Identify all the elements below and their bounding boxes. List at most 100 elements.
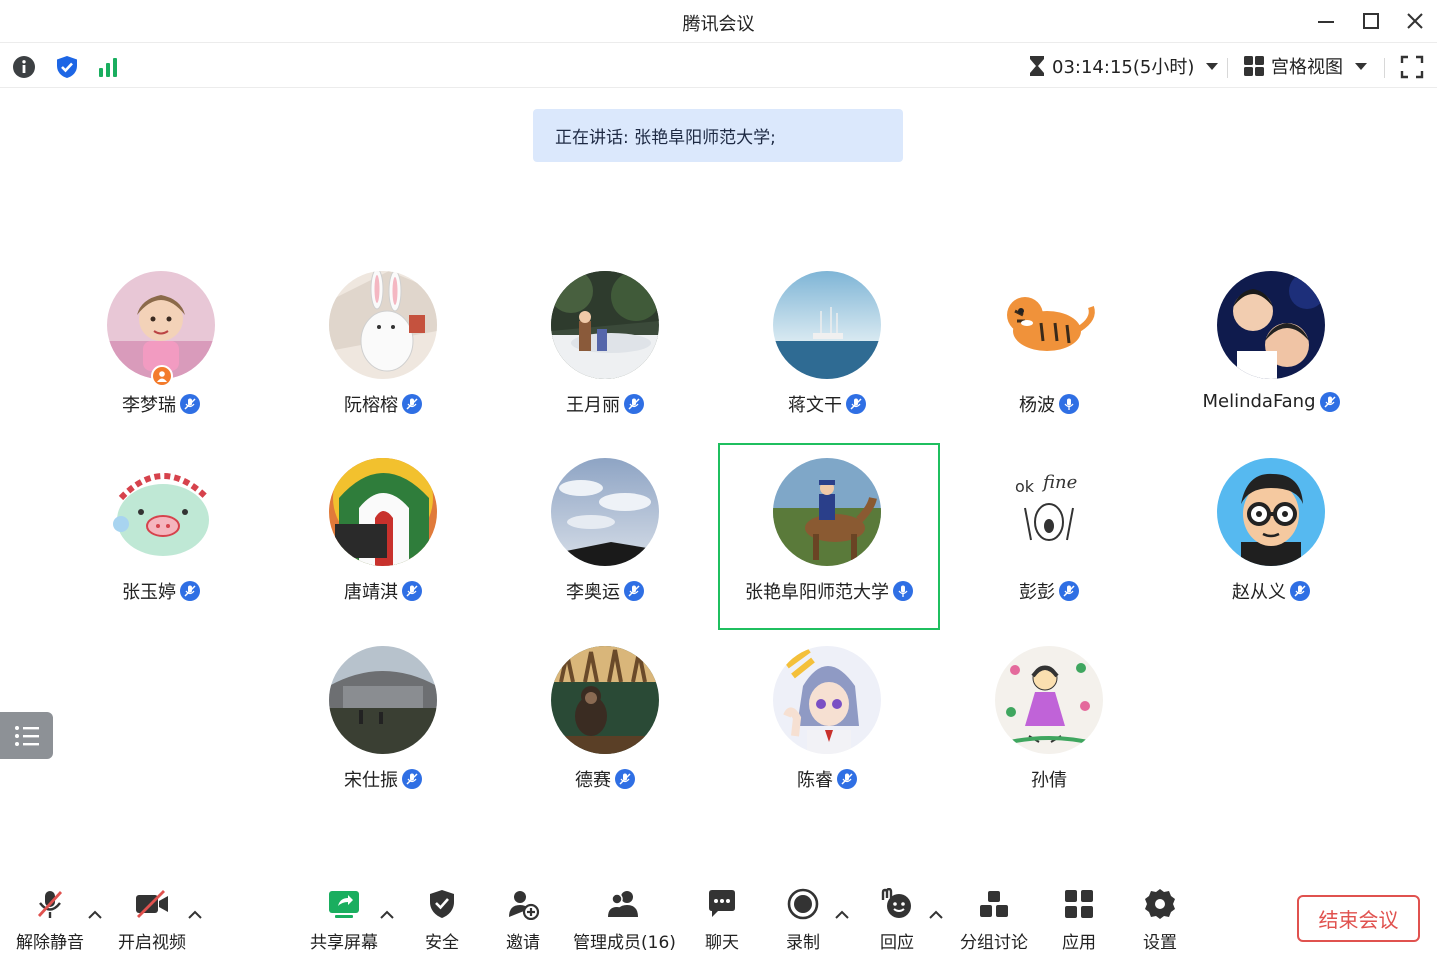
mic-muted-icon: [1319, 391, 1340, 412]
mic-muted-icon: [624, 394, 644, 414]
network-signal-button[interactable]: [96, 54, 122, 80]
chat-label: 聊天: [705, 933, 739, 953]
view-mode-selector[interactable]: 宫格视图: [1243, 52, 1367, 80]
svg-text:ok: ok: [1015, 477, 1035, 496]
participant-tile[interactable]: 阮榕榕: [272, 271, 494, 459]
participant-tile[interactable]: 德赛: [494, 646, 716, 834]
participant-name: 孙倩: [1031, 770, 1067, 791]
avatar: ok fine: [995, 458, 1103, 566]
participant-tile[interactable]: 蒋文干: [716, 271, 938, 459]
participant-name: 杨波: [1019, 395, 1055, 416]
participant-label: 李奥运: [494, 578, 716, 604]
active-speaker-banner: 正在讲话: 张艳阜阳师范大学;: [533, 109, 903, 162]
share-screen-button[interactable]: 共享屏幕: [310, 886, 378, 953]
participant-name: 阮榕榕: [344, 395, 398, 416]
invite-label: 邀请: [506, 933, 540, 953]
share-screen-label: 共享屏幕: [310, 933, 378, 953]
chevron-down-icon: [1355, 62, 1367, 70]
settings-button[interactable]: 设置: [1142, 886, 1178, 953]
view-mode-label: 宫格视图: [1271, 57, 1343, 78]
chevron-up-icon[interactable]: [87, 908, 103, 920]
record-label: 录制: [786, 933, 820, 953]
mic-muted-icon: [402, 581, 422, 601]
mic-muted-icon: [846, 394, 866, 414]
chevron-up-icon[interactable]: [187, 908, 203, 920]
participant-tile[interactable]: 杨波: [938, 271, 1160, 459]
mic-icon: [893, 581, 913, 601]
avatar: [773, 646, 881, 754]
avatar: [551, 646, 659, 754]
participant-tile[interactable]: 李奥运: [494, 458, 716, 646]
participant-tile[interactable]: ok fine 彭彭: [938, 458, 1160, 646]
breakout-rooms-button[interactable]: 分组讨论: [960, 886, 1028, 953]
maximize-button[interactable]: [1356, 8, 1386, 34]
participant-tile[interactable]: 张玉婷: [50, 458, 272, 646]
avatar: [773, 458, 881, 566]
record-button[interactable]: 录制: [785, 886, 821, 953]
participant-name: 李梦瑞: [122, 395, 176, 416]
start-video-button[interactable]: 开启视频: [118, 886, 186, 953]
participant-tile[interactable]: 赵从义: [1160, 458, 1382, 646]
apps-grid-icon: [1061, 886, 1097, 922]
participant-tile-active-speaker[interactable]: 张艳阜阳师范大学: [718, 443, 940, 630]
participant-label: 杨波: [938, 391, 1160, 417]
participant-label: 德赛: [494, 766, 716, 792]
end-meeting-button[interactable]: 结束会议: [1297, 895, 1420, 942]
participant-tile[interactable]: 宋仕振: [272, 646, 494, 834]
meeting-top-bar: 03:14:15(5小时) 宫格视图: [0, 44, 1437, 88]
grid-view-icon: [1244, 56, 1264, 76]
participant-name: 德赛: [575, 770, 611, 791]
chat-button[interactable]: 聊天: [704, 886, 740, 953]
svg-text:fine: fine: [1041, 472, 1077, 493]
signal-bars-icon: [99, 58, 117, 77]
person-icon: [157, 371, 167, 382]
fullscreen-button[interactable]: [1399, 54, 1425, 80]
video-off-icon: [134, 886, 170, 922]
participant-label: 张玉婷: [50, 578, 272, 604]
chevron-up-icon[interactable]: [379, 908, 395, 920]
participant-tile[interactable]: MelindaFang: [1160, 271, 1382, 459]
participant-tile[interactable]: 陈睿: [716, 646, 938, 834]
meeting-bottom-toolbar: 解除静音 开启视频 共享屏幕 安全 邀请 管理成员(16) 聊天 录制 回应 分…: [0, 876, 1437, 959]
window-title: 腾讯会议: [682, 14, 755, 35]
participant-tile[interactable]: 唐靖淇: [272, 458, 494, 646]
participant-tile[interactable]: 李梦瑞: [50, 271, 272, 459]
security-button[interactable]: 安全: [424, 886, 460, 953]
title-bar: 腾讯会议: [0, 0, 1437, 43]
avatar: [107, 271, 215, 379]
info-icon: [13, 56, 35, 78]
participant-tile[interactable]: 孙倩: [938, 646, 1160, 834]
mic-muted-icon: [1059, 581, 1079, 601]
participant-name: 李奥运: [566, 582, 620, 603]
participant-label: 孙倩: [938, 766, 1160, 792]
hourglass-icon: [1030, 56, 1044, 76]
avatar: [995, 646, 1103, 754]
avatar: [551, 271, 659, 379]
participant-tile[interactable]: 王月丽: [494, 271, 716, 459]
chevron-up-icon[interactable]: [834, 908, 850, 920]
participant-name: MelindaFang: [1202, 391, 1316, 412]
close-button[interactable]: [1400, 8, 1430, 34]
avatar: [1217, 458, 1325, 566]
participant-label: 李梦瑞: [50, 391, 272, 417]
minimize-button[interactable]: [1311, 8, 1341, 34]
shield-check-icon: [57, 56, 77, 78]
manage-members-button[interactable]: 管理成员(16): [573, 886, 676, 953]
avatar: [773, 271, 881, 379]
react-button[interactable]: 回应: [879, 886, 915, 953]
invite-button[interactable]: 邀请: [505, 886, 541, 953]
toolbar-divider: [1227, 58, 1228, 78]
mic-muted-icon: [624, 581, 644, 601]
security-status-button[interactable]: [54, 54, 80, 80]
apps-button[interactable]: 应用: [1061, 886, 1097, 953]
gear-icon: [1142, 886, 1178, 922]
chevron-up-icon[interactable]: [928, 908, 944, 920]
side-panel-toggle[interactable]: [0, 712, 53, 759]
close-icon: [1407, 13, 1423, 29]
participant-name: 唐靖淇: [344, 582, 398, 603]
meeting-info-button[interactable]: [11, 54, 37, 80]
mic-muted-icon: [1290, 581, 1310, 601]
meeting-timer[interactable]: 03:14:15(5小时): [1028, 52, 1219, 80]
participant-label: 赵从义: [1160, 578, 1382, 604]
unmute-button[interactable]: 解除静音: [16, 886, 84, 953]
